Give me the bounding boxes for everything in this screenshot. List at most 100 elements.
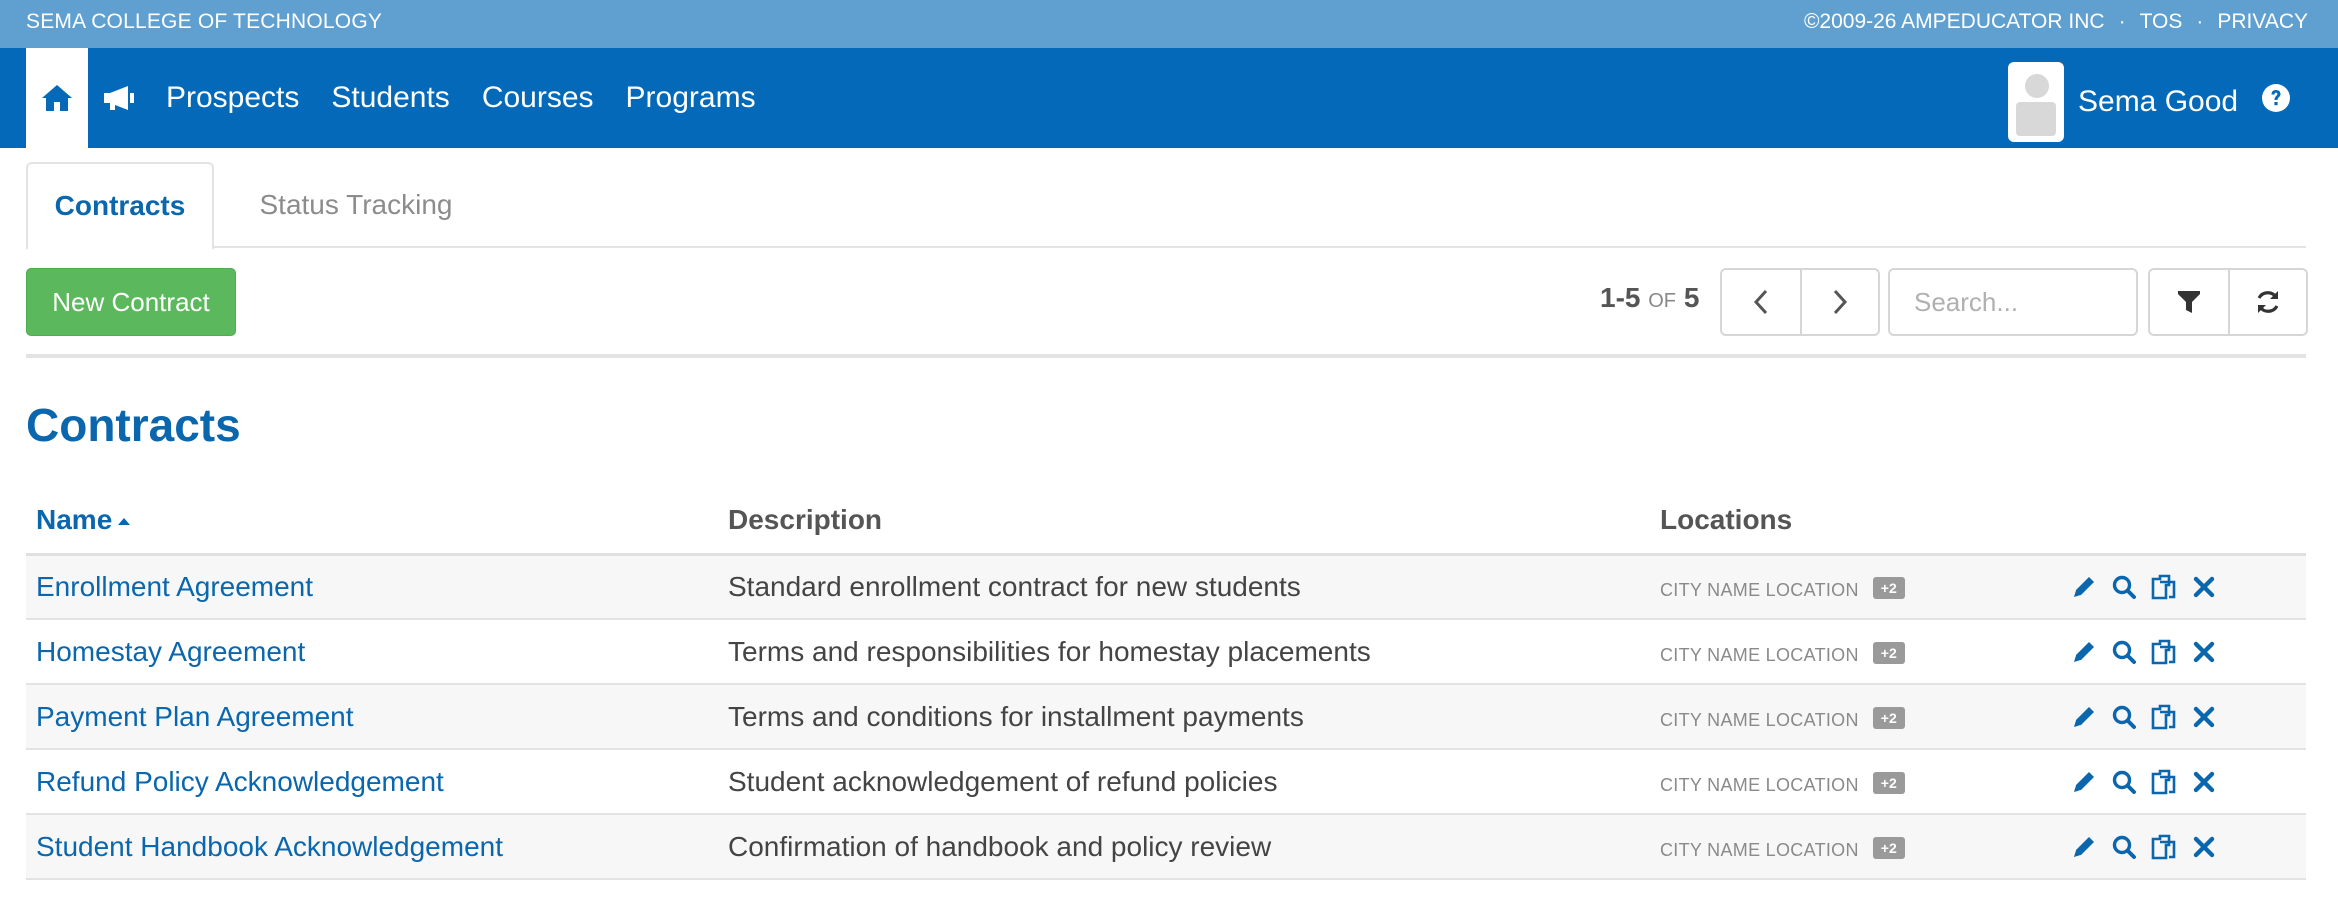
copy-icon: [2151, 574, 2176, 600]
refresh-button[interactable]: [2228, 270, 2306, 334]
tab-status-tracking[interactable]: Status Tracking: [246, 162, 466, 248]
cell-actions: [2060, 554, 2306, 620]
tos-link[interactable]: TOS: [2140, 0, 2183, 44]
duplicate-button[interactable]: [2150, 833, 2178, 861]
user-name: Sema Good: [2078, 85, 2239, 118]
view-button[interactable]: [2110, 703, 2138, 731]
pagination-range: 1-5: [1600, 282, 1641, 313]
cell-actions: [2060, 684, 2306, 750]
contract-name-link[interactable]: Refund Policy Acknowledgement: [36, 766, 444, 797]
view-button[interactable]: [2110, 573, 2138, 601]
megaphone-icon: [104, 86, 134, 110]
chevron-left-icon: [1753, 289, 1768, 315]
cell-name: Homestay Agreement: [26, 619, 718, 685]
new-contract-button[interactable]: New Contract: [26, 268, 236, 336]
delete-button[interactable]: [2190, 573, 2218, 601]
more-locations-badge[interactable]: +2: [1872, 772, 1905, 795]
tab-contracts[interactable]: Contracts: [26, 162, 214, 250]
top-bar-links: ©2009-26 AMPEDUCATOR INC · TOS · PRIVACY: [1804, 0, 2308, 44]
nav-students[interactable]: Students: [321, 81, 459, 115]
edit-button[interactable]: [2070, 703, 2098, 731]
duplicate-button[interactable]: [2150, 638, 2178, 666]
nav-links: Prospects Students Courses Programs: [156, 48, 778, 148]
table-row: Refund Policy Acknowledgement Student ac…: [26, 749, 2306, 815]
cell-actions: [2060, 814, 2306, 880]
location-name: CITY NAME LOCATION: [1660, 839, 1859, 860]
search-input[interactable]: [1888, 268, 2138, 336]
edit-icon: [2074, 836, 2094, 857]
column-header-name-label: Name: [36, 504, 113, 536]
cell-description: Standard enrollment contract for new stu…: [718, 554, 1650, 620]
edit-icon: [2074, 641, 2094, 662]
search-icon: [2112, 640, 2136, 664]
home-button[interactable]: [26, 48, 88, 148]
edit-button[interactable]: [2070, 638, 2098, 666]
contract-name-link[interactable]: Homestay Agreement: [36, 636, 305, 667]
delete-button[interactable]: [2190, 703, 2218, 731]
duplicate-button[interactable]: [2150, 768, 2178, 796]
duplicate-button[interactable]: [2150, 703, 2178, 731]
list-tools: [2148, 268, 2308, 336]
cell-description: Student acknowledgement of refund polici…: [718, 749, 1650, 815]
privacy-link[interactable]: PRIVACY: [2217, 0, 2308, 44]
nav-prospects[interactable]: Prospects: [156, 81, 309, 115]
top-bar: SEMA COLLEGE OF TECHNOLOGY ©2009-26 AMPE…: [0, 0, 2338, 48]
location-name: CITY NAME LOCATION: [1660, 579, 1859, 600]
more-locations-badge[interactable]: +2: [1872, 577, 1905, 600]
edit-button[interactable]: [2070, 768, 2098, 796]
announcements-button[interactable]: [98, 48, 140, 148]
table-row: Student Handbook Acknowledgement Confirm…: [26, 814, 2306, 880]
avatar: [2008, 62, 2064, 142]
delete-button[interactable]: [2190, 833, 2218, 861]
view-button[interactable]: [2110, 638, 2138, 666]
cell-name: Payment Plan Agreement: [26, 684, 718, 750]
pagination-count: 1-5 OF 5: [1600, 282, 1699, 314]
more-locations-badge[interactable]: +2: [1872, 837, 1905, 860]
tab-bar: Contracts Status Tracking: [26, 162, 2306, 250]
next-page-button[interactable]: [1800, 270, 1878, 334]
cell-description: Confirmation of handbook and policy revi…: [718, 814, 1650, 880]
delete-button[interactable]: [2190, 768, 2218, 796]
cell-name: Enrollment Agreement: [26, 554, 718, 620]
edit-button[interactable]: [2070, 573, 2098, 601]
column-header-locations: Locations: [1650, 488, 2060, 556]
help-button[interactable]: [2258, 80, 2294, 116]
edit-button[interactable]: [2070, 833, 2098, 861]
delete-icon: [2193, 836, 2215, 857]
more-locations-badge[interactable]: +2: [1872, 707, 1905, 730]
contract-name-link[interactable]: Student Handbook Acknowledgement: [36, 831, 503, 862]
delete-icon: [2193, 771, 2215, 792]
cell-locations: CITY NAME LOCATION +2: [1650, 749, 2060, 815]
user-menu[interactable]: Sema Good: [2008, 62, 2239, 142]
search-icon: [2112, 835, 2136, 859]
contract-name-link[interactable]: Payment Plan Agreement: [36, 701, 354, 732]
view-button[interactable]: [2110, 833, 2138, 861]
delete-icon: [2193, 706, 2215, 727]
avatar-body: [2016, 102, 2056, 136]
nav-programs[interactable]: Programs: [616, 81, 766, 115]
table-header-row: Name Description Locations: [26, 488, 2306, 556]
more-locations-badge[interactable]: +2: [1872, 642, 1905, 665]
table-row: Payment Plan Agreement Terms and conditi…: [26, 684, 2306, 750]
cell-name: Refund Policy Acknowledgement: [26, 749, 718, 815]
contracts-table: Name Description Locations Enrollment Ag…: [26, 488, 2306, 880]
sort-ascending-icon: [118, 518, 131, 526]
previous-page-button[interactable]: [1722, 270, 1800, 334]
cell-description: Terms and conditions for installment pay…: [718, 684, 1650, 750]
separator: ·: [2196, 10, 2204, 33]
pagination-of: OF: [1648, 290, 1677, 312]
duplicate-button[interactable]: [2150, 573, 2178, 601]
row-actions: [2070, 768, 2296, 796]
row-actions: [2070, 833, 2296, 861]
delete-icon: [2193, 641, 2215, 662]
delete-button[interactable]: [2190, 638, 2218, 666]
search-icon: [2112, 770, 2136, 794]
contract-name-link[interactable]: Enrollment Agreement: [36, 571, 313, 602]
filter-button[interactable]: [2150, 270, 2228, 334]
filter-icon: [2178, 291, 2200, 313]
view-button[interactable]: [2110, 768, 2138, 796]
column-header-actions: [2060, 488, 2306, 556]
nav-courses[interactable]: Courses: [472, 81, 604, 115]
column-header-name[interactable]: Name: [26, 488, 718, 556]
search-icon: [2112, 575, 2136, 599]
